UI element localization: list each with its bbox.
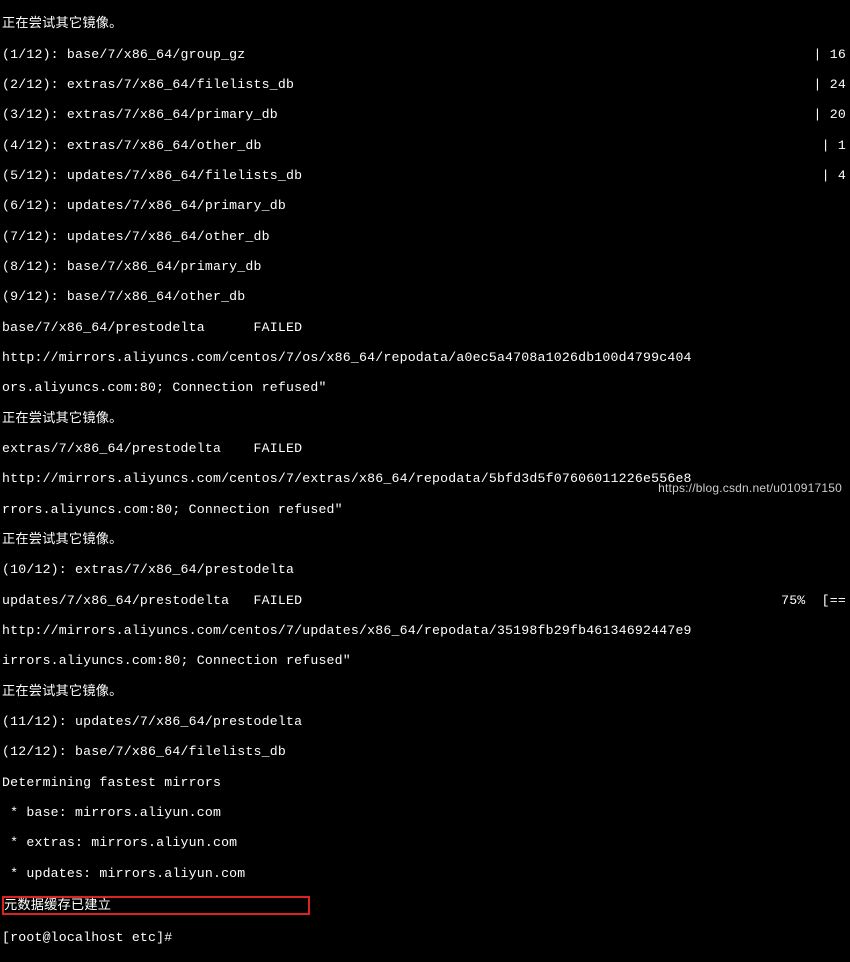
error-url: http://mirrors.aliyuncs.com/centos/7/os/… bbox=[2, 350, 848, 365]
progress-row: (5/12): updates/7/x86_64/filelists_db| 4 bbox=[2, 168, 848, 183]
progress-row: (3/12): extras/7/x86_64/primary_db| 20 bbox=[2, 107, 848, 122]
error-detail: rrors.aliyuncs.com:80; Connection refuse… bbox=[2, 502, 848, 517]
retry-message-3: 正在尝试其它镜像。 bbox=[2, 532, 848, 547]
progress-row: (1/12): base/7/x86_64/group_gz| 16 bbox=[2, 47, 848, 62]
retry-message-4: 正在尝试其它镜像。 bbox=[2, 684, 848, 699]
error-url: http://mirrors.aliyuncs.com/centos/7/upd… bbox=[2, 623, 848, 638]
failed-line: base/7/x86_64/prestodelta FAILED bbox=[2, 320, 848, 335]
failed-line: updates/7/x86_64/prestodelta FAILED75% [… bbox=[2, 593, 848, 608]
mirror-updates: * updates: mirrors.aliyun.com bbox=[2, 866, 848, 881]
determining-mirrors: Determining fastest mirrors bbox=[2, 775, 848, 790]
mirror-base: * base: mirrors.aliyun.com bbox=[2, 805, 848, 820]
progress-row: (10/12): extras/7/x86_64/prestodelta bbox=[2, 562, 848, 577]
progress-row: (11/12): updates/7/x86_64/prestodelta bbox=[2, 714, 848, 729]
watermark-text: https://blog.csdn.net/u010917150 bbox=[658, 482, 842, 496]
retry-message-1: 正在尝试其它镜像。 bbox=[2, 16, 848, 31]
progress-row: (4/12): extras/7/x86_64/other_db| 1 bbox=[2, 138, 848, 153]
progress-row: (12/12): base/7/x86_64/filelists_db bbox=[2, 744, 848, 759]
mirror-extras: * extras: mirrors.aliyun.com bbox=[2, 835, 848, 850]
shell-prompt[interactable]: [root@localhost etc]# bbox=[2, 930, 848, 945]
retry-message-2: 正在尝试其它镜像。 bbox=[2, 411, 848, 426]
progress-row: (7/12): updates/7/x86_64/other_db bbox=[2, 229, 848, 244]
error-detail: irrors.aliyuncs.com:80; Connection refus… bbox=[2, 653, 848, 668]
failed-line: extras/7/x86_64/prestodelta FAILED bbox=[2, 441, 848, 456]
progress-row: (9/12): base/7/x86_64/other_db bbox=[2, 289, 848, 304]
progress-row: (2/12): extras/7/x86_64/filelists_db| 24 bbox=[2, 77, 848, 92]
error-detail: ors.aliyuncs.com:80; Connection refused" bbox=[2, 380, 848, 395]
cache-built-highlight: 元数据缓存已建立 bbox=[2, 896, 310, 915]
progress-row: (6/12): updates/7/x86_64/primary_db bbox=[2, 198, 848, 213]
progress-row: (8/12): base/7/x86_64/primary_db bbox=[2, 259, 848, 274]
cache-built-text: 元数据缓存已建立 bbox=[4, 898, 111, 913]
